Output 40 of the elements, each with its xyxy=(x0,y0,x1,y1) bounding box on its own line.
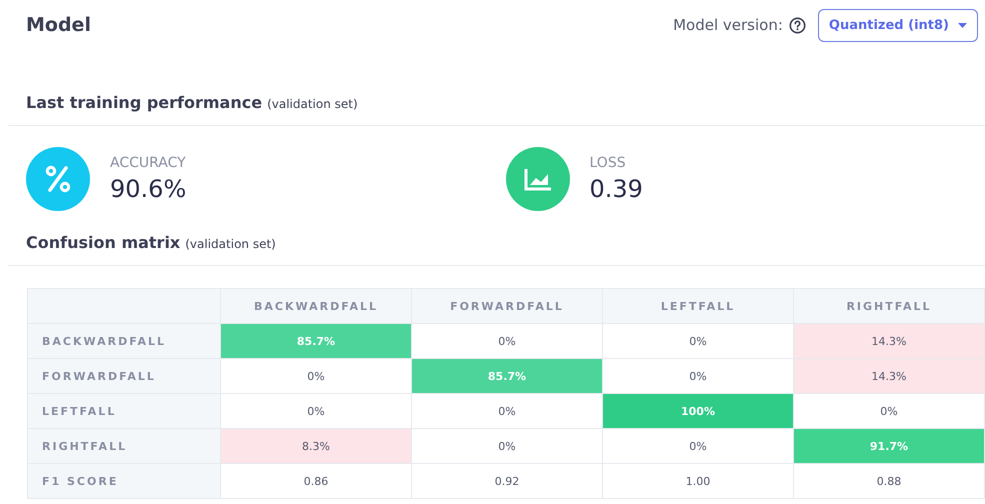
table-cell: 0% xyxy=(412,428,602,464)
column-header: FORWARDFALL xyxy=(412,288,602,324)
row-header: LEFTFALL xyxy=(28,394,220,428)
table-cell: 14.3% xyxy=(794,358,984,394)
table-cell: 0% xyxy=(602,428,794,464)
table-cell: 8.3% xyxy=(220,428,412,464)
model-version-label: Model version: xyxy=(673,16,783,34)
table-cell: 0% xyxy=(220,358,412,394)
table-cell: 0% xyxy=(412,394,602,428)
table-cell: 100% xyxy=(602,394,794,428)
table-cell: 0.86 xyxy=(220,464,412,498)
page-title: Model xyxy=(26,14,91,36)
percent-icon xyxy=(26,147,90,211)
column-header: BACKWARDFALL xyxy=(220,288,412,324)
row-header: RIGHTFALL xyxy=(28,428,220,464)
column-header: RIGHTFALL xyxy=(794,288,984,324)
table-cell: 1.00 xyxy=(602,464,794,498)
section-heading: Last training performance xyxy=(26,93,262,112)
table-cell: 0.92 xyxy=(412,464,602,498)
column-header: LEFTFALL xyxy=(602,288,794,324)
row-header: F1 SCORE xyxy=(28,464,220,498)
section-note: (validation set) xyxy=(267,97,358,111)
caret-icon xyxy=(958,22,967,28)
row-header: BACKWARDFALL xyxy=(28,324,220,358)
section-note: (validation set) xyxy=(185,237,276,251)
help-icon[interactable] xyxy=(788,16,806,34)
table-cell: 0% xyxy=(602,324,794,358)
row-header: FORWARDFALL xyxy=(28,358,220,394)
section-heading: Confusion matrix xyxy=(26,233,180,252)
metric-label: ACCURACY xyxy=(110,155,186,171)
metric-value: 0.39 xyxy=(590,175,643,203)
metric-label: LOSS xyxy=(590,155,627,171)
chart-icon xyxy=(506,147,570,211)
metric-value: 90.6% xyxy=(110,175,186,203)
table-cell: 91.7% xyxy=(794,428,984,464)
table-cell: 14.3% xyxy=(794,324,984,358)
table-cell: 85.7% xyxy=(220,324,412,358)
table-cell: 85.7% xyxy=(412,358,602,394)
model-version-dropdown[interactable]: Quantized (int8) xyxy=(818,8,978,42)
table-cell: 0.88 xyxy=(794,464,984,498)
